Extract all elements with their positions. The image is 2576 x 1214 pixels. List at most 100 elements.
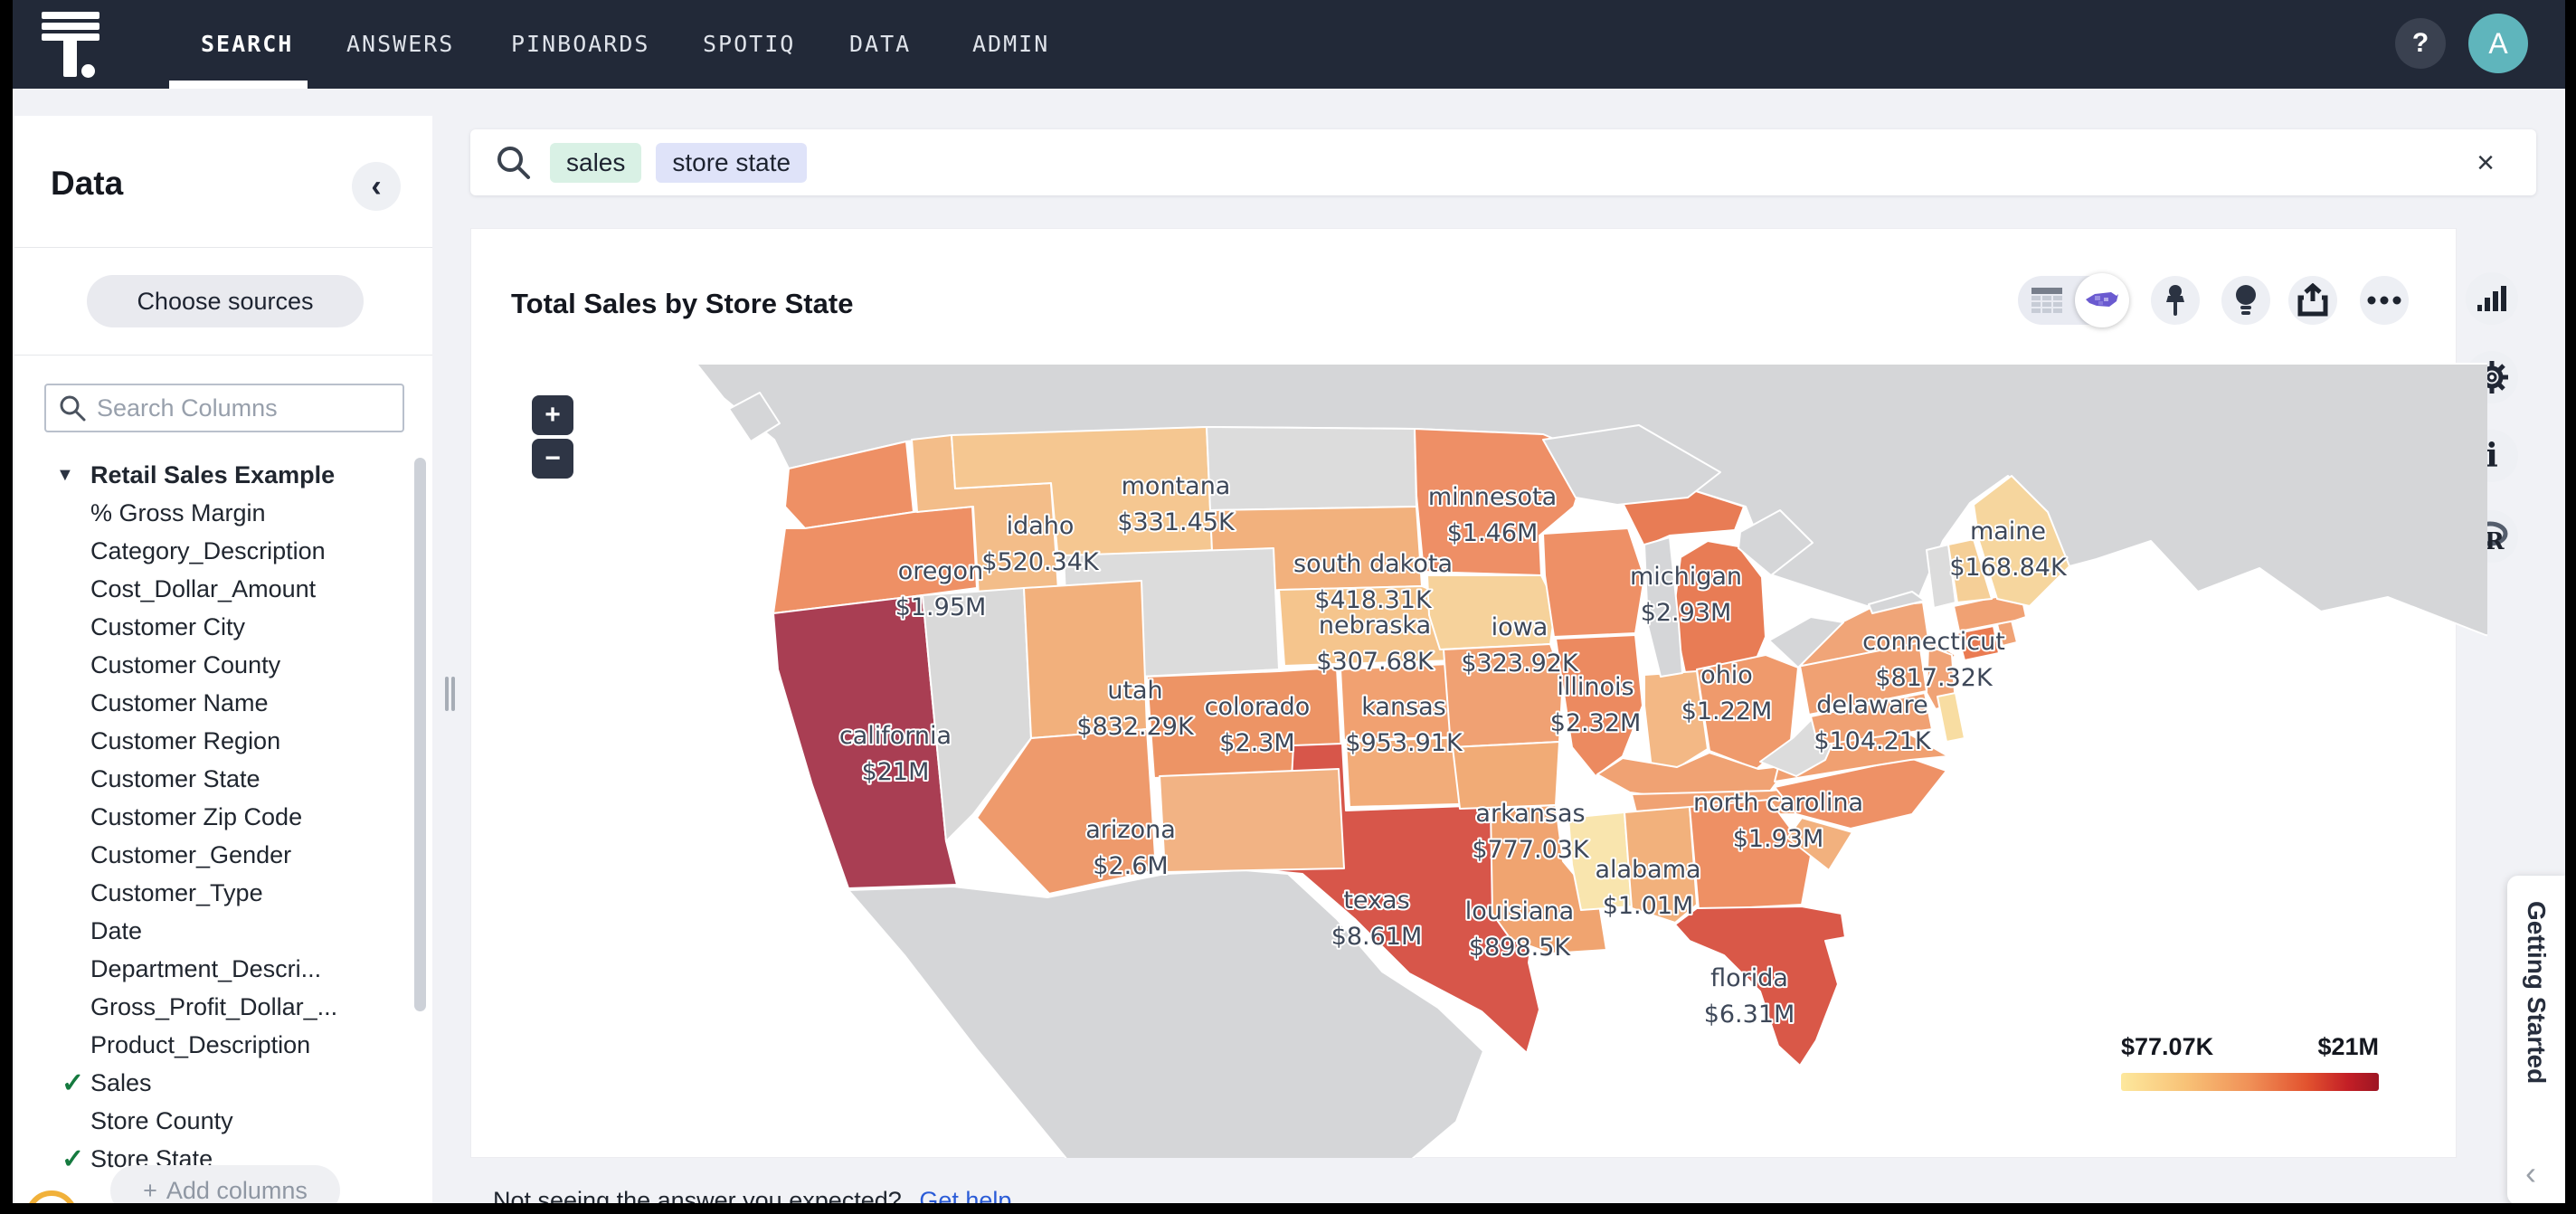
- chevron-left-icon: ‹: [2525, 1154, 2536, 1191]
- state-value-louisiana: $898.5K: [1469, 934, 1571, 962]
- column-item-department-descri-[interactable]: Department_Descri...: [0, 950, 398, 988]
- footer-hint-link[interactable]: Get help: [919, 1187, 1011, 1203]
- nav-item-data[interactable]: DATA: [849, 31, 911, 57]
- state-arkansas[interactable]: [1452, 741, 1560, 810]
- answer-title: Total Sales by Store State: [511, 288, 854, 319]
- state-label-ohio: ohio: [1700, 661, 1753, 689]
- search-token-sales[interactable]: sales: [550, 142, 642, 183]
- state-value-colorado: $2.3M: [1219, 729, 1294, 757]
- state-label-louisiana: louisiana: [1465, 897, 1574, 925]
- frame-border: [0, 1203, 2576, 1214]
- state-north_dakota[interactable]: [1206, 426, 1417, 511]
- column-item-customer-zip-code[interactable]: Customer Zip Code: [0, 798, 398, 836]
- legend-min: $77.07K: [2121, 1033, 2214, 1060]
- nav-item-search[interactable]: SEARCH: [201, 31, 293, 57]
- column-item-gross-profit-dollar-[interactable]: Gross_Profit_Dollar_...: [0, 988, 398, 1026]
- column-item-customer-city[interactable]: Customer City: [0, 608, 398, 646]
- state-label-colorado: colorado: [1205, 693, 1311, 721]
- state-value-california: $21M: [862, 758, 930, 786]
- state-label-florida: florida: [1710, 964, 1788, 992]
- clear-search-button[interactable]: ×: [2467, 145, 2504, 181]
- pin-button[interactable]: [2151, 276, 2200, 325]
- column-item--gross-margin[interactable]: % Gross Margin: [0, 494, 398, 532]
- column-item-customer-state[interactable]: Customer State: [0, 760, 398, 798]
- panel-resize-handle[interactable]: [445, 677, 449, 711]
- column-search-input[interactable]: [95, 393, 370, 423]
- top-nav: SEARCH ANSWERS PINBOARDS SPOTIQ DATA ADMIN ? …: [0, 0, 2576, 89]
- info-icon: i: [2486, 437, 2498, 475]
- column-item-customer-gender[interactable]: Customer_Gender: [0, 836, 398, 874]
- state-label-delaware: delaware: [1816, 691, 1928, 719]
- state-label-texas: texas: [1343, 887, 1409, 915]
- column-item-category-description[interactable]: Category_Description: [0, 532, 398, 570]
- choose-sources-button[interactable]: Choose sources: [87, 275, 364, 327]
- spotiq-insights-button[interactable]: [2221, 276, 2270, 325]
- state-value-north_carolina: $1.93M: [1733, 825, 1824, 853]
- source-row-retail-sales-example[interactable]: ▼ Retail Sales Example: [0, 456, 398, 494]
- state-value-montana: $331.45K: [1117, 508, 1236, 536]
- bar-chart-icon: [2477, 286, 2506, 311]
- column-search-box: [44, 384, 404, 432]
- column-item-sales[interactable]: ✓ Sales: [0, 1064, 398, 1102]
- state-new_mexico[interactable]: [1159, 768, 1345, 873]
- state-label-minnesota: minnesota: [1428, 483, 1557, 511]
- frame-border: [2565, 0, 2576, 1214]
- pin-icon: [2166, 285, 2184, 316]
- state-value-idaho: $520.34K: [981, 548, 1100, 576]
- thoughtspot-logo-icon[interactable]: [42, 12, 99, 78]
- state-value-arizona: $2.6M: [1093, 852, 1168, 880]
- nav-item-spotiq[interactable]: SPOTIQ: [703, 31, 795, 57]
- panel-collapse-button[interactable]: ‹: [352, 162, 401, 211]
- help-button[interactable]: ?: [2395, 18, 2446, 69]
- map-view-button-active[interactable]: [2075, 273, 2129, 327]
- map-zoom-in-button[interactable]: +: [532, 395, 573, 435]
- state-label-montana: montana: [1122, 472, 1231, 500]
- nav-item-pinboards[interactable]: PINBOARDS: [511, 31, 649, 57]
- more-options-button[interactable]: [2360, 276, 2409, 325]
- state-value-illinois: $2.32M: [1550, 709, 1642, 737]
- state-label-arkansas: arkansas: [1475, 800, 1585, 828]
- state-label-connecticut: connecticut: [1862, 628, 2005, 656]
- sidebar-scrollbar[interactable]: [414, 458, 426, 1011]
- state-label-illinois: illinois: [1557, 673, 1634, 701]
- state-label-arizona: arizona: [1085, 816, 1176, 844]
- column-item-cost-dollar-amount[interactable]: Cost_Dollar_Amount: [0, 570, 398, 608]
- avatar[interactable]: A: [2468, 14, 2528, 73]
- getting-started-tab[interactable]: Getting Started ‹: [2507, 876, 2565, 1205]
- nav-item-answers[interactable]: ANSWERS: [346, 31, 454, 57]
- search-bar[interactable]: sales store state: [470, 129, 2536, 195]
- state-label-south_dakota: south dakota: [1293, 550, 1453, 578]
- data-panel-title: Data: [51, 165, 124, 202]
- state-delaware[interactable]: [1937, 692, 1965, 743]
- state-label-kansas: kansas: [1361, 693, 1446, 721]
- state-label-alabama: alabama: [1595, 856, 1700, 884]
- column-item-customer-name[interactable]: Customer Name: [0, 684, 398, 722]
- column-item-customer-type[interactable]: Customer_Type: [0, 874, 398, 912]
- map-zoom-out-button[interactable]: −: [532, 439, 573, 479]
- state-value-ohio: $1.22M: [1681, 697, 1773, 726]
- divider: [14, 355, 432, 356]
- search-token-store-state[interactable]: store state: [656, 142, 808, 183]
- panel-resize-handle[interactable]: [451, 677, 455, 711]
- state-label-maine: maine: [1970, 517, 2046, 545]
- state-label-oregon: oregon: [898, 557, 983, 585]
- chart-config-button[interactable]: [2466, 272, 2518, 325]
- lightbulb-icon: [2236, 285, 2256, 315]
- state-value-alabama: $1.01M: [1603, 892, 1694, 920]
- legend-gradient: [2121, 1073, 2379, 1091]
- column-item-date[interactable]: Date: [0, 912, 398, 950]
- share-button[interactable]: [2288, 276, 2337, 325]
- state-label-california: california: [839, 722, 952, 750]
- state-value-arkansas: $777.03K: [1472, 836, 1590, 864]
- map-view-icon: [2086, 292, 2118, 307]
- column-item-customer-county[interactable]: Customer County: [0, 646, 398, 684]
- state-value-south_dakota: $418.31K: [1314, 586, 1433, 614]
- table-view-icon[interactable]: [2031, 287, 2063, 314]
- column-item-product-description[interactable]: Product_Description: [0, 1026, 398, 1064]
- state-value-utah: $832.29K: [1076, 713, 1195, 741]
- svg-text:R: R: [2485, 528, 2505, 553]
- nav-item-admin[interactable]: ADMIN: [972, 31, 1049, 57]
- thoughtspot-app: SEARCH ANSWERS PINBOARDS SPOTIQ DATA ADMIN ? …: [0, 0, 2576, 1214]
- column-item-customer-region[interactable]: Customer Region: [0, 722, 398, 760]
- column-item-store-county[interactable]: Store County: [0, 1102, 398, 1140]
